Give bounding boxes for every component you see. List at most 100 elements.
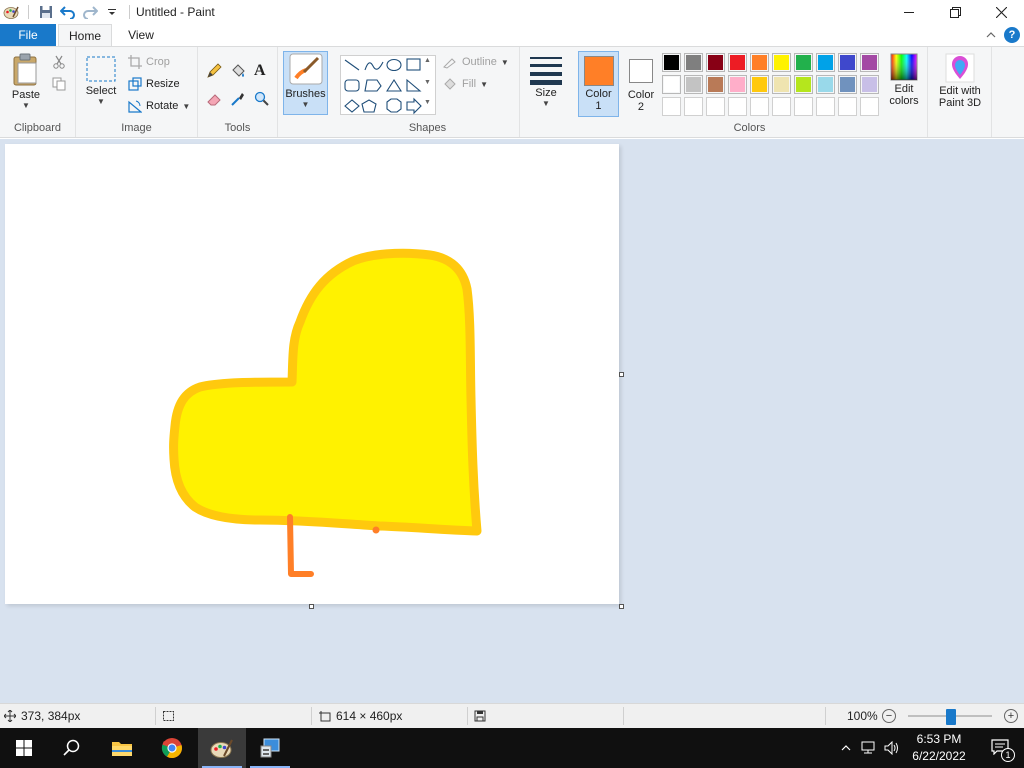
palette-swatch[interactable]: [772, 75, 791, 94]
palette-swatch-empty[interactable]: [750, 97, 769, 116]
palette-swatch[interactable]: [662, 53, 681, 72]
tab-file[interactable]: File: [0, 24, 56, 46]
shapes-scroll-up-icon[interactable]: ▲: [424, 57, 431, 64]
palette-swatch[interactable]: [684, 75, 703, 94]
palette-swatch[interactable]: [860, 75, 879, 94]
undo-icon[interactable]: [57, 1, 79, 23]
shapes-expand-icon[interactable]: ▼: [424, 99, 431, 106]
taskbar-app[interactable]: [246, 728, 294, 768]
palette-swatch-empty[interactable]: [816, 97, 835, 116]
system-tray: [836, 728, 904, 768]
palette-swatch[interactable]: [772, 53, 791, 72]
control-panel-icon: [260, 738, 280, 758]
zoom-slider-thumb[interactable]: [946, 709, 956, 725]
palette-swatch[interactable]: [662, 75, 681, 94]
palette-swatch[interactable]: [794, 53, 813, 72]
palette-swatch-empty[interactable]: [772, 97, 791, 116]
outline-button[interactable]: Outline ▼: [442, 55, 509, 69]
shapes-gallery[interactable]: [340, 55, 436, 115]
resize-handle-corner[interactable]: [619, 604, 624, 609]
file-size: [474, 704, 486, 728]
clock[interactable]: 6:53 PM 6/22/2022: [908, 731, 970, 765]
volume-button[interactable]: [880, 741, 904, 755]
select-button[interactable]: Select ▼: [82, 55, 120, 106]
palette-swatch[interactable]: [816, 75, 835, 94]
palette-swatch-empty[interactable]: [794, 97, 813, 116]
fill-bucket-icon[interactable]: [230, 63, 246, 82]
drawing-canvas[interactable]: [5, 144, 619, 604]
edit-colors-button[interactable]: Edit colors: [884, 53, 924, 107]
zoom-in-button[interactable]: +: [1004, 704, 1018, 728]
pencil-icon[interactable]: [206, 63, 222, 82]
rotate-button[interactable]: Rotate ▼: [128, 99, 190, 113]
shapes-scroll-down-icon[interactable]: ▼: [424, 79, 431, 86]
palette-swatch[interactable]: [838, 53, 857, 72]
paint3d-icon: [945, 53, 975, 83]
color-picker-icon[interactable]: [230, 91, 246, 110]
fill-button[interactable]: Fill ▼: [442, 77, 488, 91]
palette-swatch-color: [774, 55, 789, 70]
palette-swatch[interactable]: [706, 75, 725, 94]
palette-swatch[interactable]: [706, 53, 725, 72]
palette-swatch-empty[interactable]: [728, 97, 747, 116]
palette-swatch-empty[interactable]: [684, 97, 703, 116]
resize-handle-bottom[interactable]: [309, 604, 314, 609]
edit-with-paint3d-button[interactable]: Edit with Paint 3D: [932, 53, 988, 109]
start-button[interactable]: [0, 728, 48, 768]
resize-button[interactable]: Resize: [128, 77, 180, 91]
status-bar: 373, 384px 614 × 460px 100% − +: [0, 703, 1024, 728]
tab-view[interactable]: View: [118, 24, 164, 46]
crop-button[interactable]: Crop: [128, 55, 170, 69]
cut-icon[interactable]: [52, 55, 66, 72]
zoom-out-button[interactable]: −: [882, 704, 896, 728]
palette-swatch[interactable]: [750, 75, 769, 94]
palette-swatch-color: [752, 55, 767, 70]
palette-swatch-empty[interactable]: [662, 97, 681, 116]
network-button[interactable]: [856, 741, 880, 755]
palette-swatch[interactable]: [860, 53, 879, 72]
selection-size: [162, 704, 175, 728]
brushes-button[interactable]: Brushes ▼: [283, 51, 328, 115]
palette-swatch-empty[interactable]: [838, 97, 857, 116]
palette-swatch[interactable]: [750, 53, 769, 72]
resize-handle-right[interactable]: [619, 372, 624, 377]
palette-swatch[interactable]: [684, 53, 703, 72]
palette-swatch[interactable]: [816, 53, 835, 72]
eraser-icon[interactable]: [206, 91, 222, 110]
copy-icon[interactable]: [52, 77, 66, 94]
select-dropdown-icon: ▼: [97, 97, 105, 106]
palette-swatch-empty[interactable]: [860, 97, 879, 116]
search-button[interactable]: [48, 728, 96, 768]
taskbar-file-explorer[interactable]: [98, 728, 146, 768]
tab-home[interactable]: Home: [58, 24, 112, 46]
restore-button[interactable]: [932, 0, 978, 24]
palette-swatch[interactable]: [794, 75, 813, 94]
cursor-position-icon: [4, 710, 16, 722]
paint-app-icon[interactable]: [0, 1, 22, 23]
palette-swatch[interactable]: [728, 53, 747, 72]
canvas-workspace[interactable]: [0, 139, 1024, 703]
magnifier-icon[interactable]: [254, 91, 270, 110]
clock-time: 6:53 PM: [916, 732, 962, 746]
redo-icon[interactable]: [79, 1, 101, 23]
show-hidden-icons-button[interactable]: [836, 745, 856, 751]
save-icon[interactable]: [35, 1, 57, 23]
paste-button[interactable]: Paste ▼: [6, 53, 46, 110]
customize-toolbar-icon[interactable]: [101, 1, 123, 23]
taskbar-chrome[interactable]: [148, 728, 196, 768]
palette-swatch[interactable]: [728, 75, 747, 94]
color2-button[interactable]: Color 2: [622, 51, 660, 117]
help-icon[interactable]: ?: [1004, 27, 1020, 43]
color1-button[interactable]: Color 1: [578, 51, 619, 117]
palette-swatch[interactable]: [838, 75, 857, 94]
palette-swatch-empty[interactable]: [706, 97, 725, 116]
tools-group: A Tools: [198, 47, 278, 137]
minimize-button[interactable]: [886, 0, 932, 24]
action-center-button[interactable]: 1: [976, 728, 1024, 768]
collapse-ribbon-icon[interactable]: [986, 31, 996, 39]
close-button[interactable]: [978, 0, 1024, 24]
select-icon: [86, 56, 116, 82]
size-button[interactable]: Size ▼: [526, 55, 566, 108]
taskbar-paint[interactable]: [198, 728, 246, 768]
text-tool-icon[interactable]: A: [254, 62, 266, 80]
